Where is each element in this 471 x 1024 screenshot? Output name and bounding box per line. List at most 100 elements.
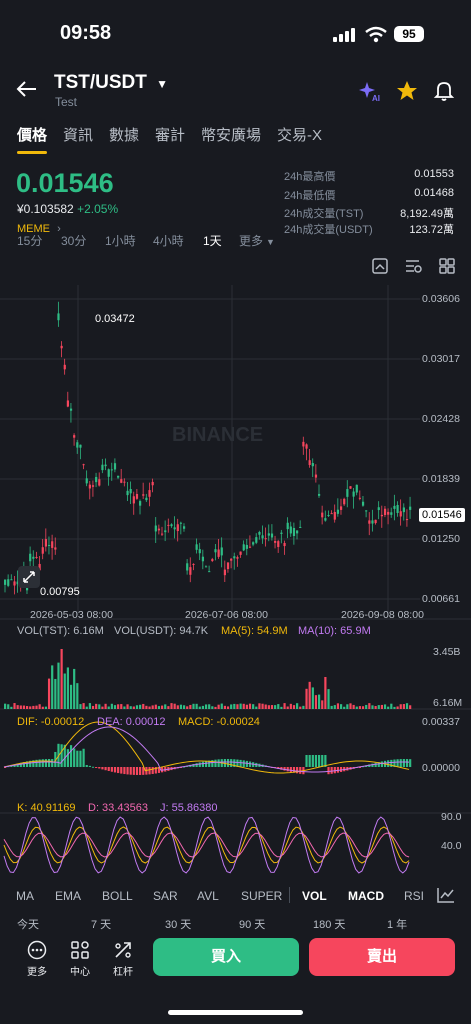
- volume-bar: [104, 703, 107, 709]
- candle-body: [195, 544, 198, 550]
- volume-bar: [142, 703, 145, 709]
- volume-bar: [233, 703, 236, 709]
- volume-bar: [346, 704, 349, 709]
- more-button[interactable]: 更多: [17, 940, 57, 978]
- volume-bar: [405, 703, 409, 709]
- volume-bar: [129, 706, 132, 709]
- bell-icon[interactable]: [433, 79, 455, 101]
- candle-body: [274, 541, 277, 543]
- leverage-button[interactable]: 杠杆: [103, 940, 143, 978]
- indicator-chart-icon[interactable]: [437, 887, 455, 903]
- back-arrow-icon[interactable]: [16, 80, 38, 98]
- candle-body: [76, 442, 79, 448]
- volume-bar: [239, 703, 242, 709]
- volume-bar: [110, 703, 113, 709]
- macd-bar: [318, 755, 321, 767]
- volume-bar: [296, 703, 299, 709]
- range-90d[interactable]: 90 天: [239, 916, 265, 932]
- volume-bar: [164, 704, 167, 709]
- ind-tab-super[interactable]: SUPER: [241, 889, 282, 903]
- buy-button[interactable]: 買入: [153, 938, 299, 976]
- kdj-d-label: D: 33.43563: [88, 802, 148, 814]
- range-1y[interactable]: 1 年: [387, 916, 407, 932]
- candle-body: [217, 549, 220, 557]
- candle-body: [91, 485, 95, 487]
- candle-body: [208, 571, 211, 573]
- date-tick: 2026-07-06 08:00: [185, 609, 268, 621]
- candle-body: [314, 474, 318, 478]
- volume-bar: [255, 706, 258, 709]
- watermark: BINANCE: [172, 424, 263, 446]
- candle-body: [41, 547, 44, 554]
- macd-bar: [139, 767, 142, 775]
- volume-bar: [132, 706, 135, 709]
- range-30d[interactable]: 30 天: [165, 916, 191, 932]
- ind-tab-vol[interactable]: VOL: [302, 889, 327, 903]
- candle-body: [73, 435, 76, 438]
- center-button[interactable]: 中心: [60, 940, 100, 978]
- chart-settings-icon[interactable]: [372, 258, 388, 274]
- candle-body: [233, 556, 236, 559]
- macd-bar: [314, 755, 318, 767]
- ind-tab-avl[interactable]: AVL: [197, 889, 219, 903]
- macd-bar: [204, 761, 208, 767]
- volume-bar: [292, 705, 296, 709]
- volume-bar: [409, 705, 412, 709]
- volume-bar: [91, 705, 95, 709]
- macd-bar: [330, 767, 333, 774]
- candle-body: [283, 542, 286, 547]
- tab-info[interactable]: 資訊: [63, 124, 93, 145]
- kline-chart[interactable]: BINANCE: [0, 285, 471, 885]
- macd-bar: [120, 767, 123, 774]
- fiat-price: ¥0.103582: [17, 202, 74, 216]
- volume-bar: [167, 706, 170, 709]
- timeframe-more[interactable]: 更多 ▼: [239, 232, 275, 249]
- ind-tab-sar[interactable]: SAR: [153, 889, 178, 903]
- ind-tab-macd[interactable]: MACD: [348, 889, 384, 903]
- grid-layout-icon[interactable]: [439, 258, 455, 274]
- range-180d[interactable]: 180 天: [313, 916, 345, 932]
- macd-bar: [305, 755, 308, 767]
- more-label: 更多: [27, 967, 47, 978]
- tab-price[interactable]: 價格: [17, 124, 47, 145]
- timeframe-1h[interactable]: 1小時: [105, 232, 136, 249]
- range-today[interactable]: 今天: [17, 916, 39, 932]
- candle-body: [230, 558, 233, 561]
- tab-trade-x[interactable]: 交易-X: [277, 124, 322, 145]
- candle-body: [157, 528, 161, 531]
- candle-body: [182, 526, 186, 529]
- ind-tab-boll[interactable]: BOLL: [102, 889, 133, 903]
- ind-tab-ma[interactable]: MA: [16, 889, 34, 903]
- volume-bar: [195, 703, 198, 709]
- timeframe-15m[interactable]: 15分: [17, 232, 42, 249]
- timeframe-1d[interactable]: 1天: [203, 232, 222, 249]
- fiat-price-row: ¥0.103582 +2.05%: [17, 202, 118, 216]
- candle-body: [226, 562, 230, 570]
- timeframe-4h[interactable]: 4小時: [153, 232, 184, 249]
- candle-body: [383, 508, 387, 516]
- candle-body: [117, 475, 120, 478]
- pair-selector[interactable]: TST/USDT ▼: [54, 72, 168, 94]
- expand-icon[interactable]: [18, 566, 40, 588]
- wifi-icon: [365, 26, 387, 43]
- volume-bar: [308, 681, 311, 709]
- candle-body: [339, 506, 343, 510]
- clock: 09:58: [60, 22, 112, 44]
- macd-bar: [374, 762, 377, 767]
- tab-square[interactable]: 幣安廣場: [201, 124, 261, 145]
- tab-audit[interactable]: 審計: [155, 124, 185, 145]
- range-7d[interactable]: 7 天: [91, 916, 111, 932]
- candle-body: [44, 539, 48, 547]
- volume-bar: [343, 706, 346, 709]
- sell-button[interactable]: 賣出: [309, 938, 455, 976]
- ind-tab-rsi[interactable]: RSI: [404, 889, 424, 903]
- star-icon[interactable]: [396, 80, 418, 101]
- indicator-settings-icon[interactable]: [405, 258, 423, 274]
- candle-body: [186, 563, 189, 571]
- caret-down-icon: ▼: [266, 237, 275, 247]
- ai-sparkle-icon[interactable]: AI: [358, 80, 382, 102]
- timeframe-30m[interactable]: 30分: [61, 232, 86, 249]
- tab-data[interactable]: 數據: [109, 124, 139, 145]
- candle-body: [239, 551, 242, 555]
- ind-tab-ema[interactable]: EMA: [55, 889, 81, 903]
